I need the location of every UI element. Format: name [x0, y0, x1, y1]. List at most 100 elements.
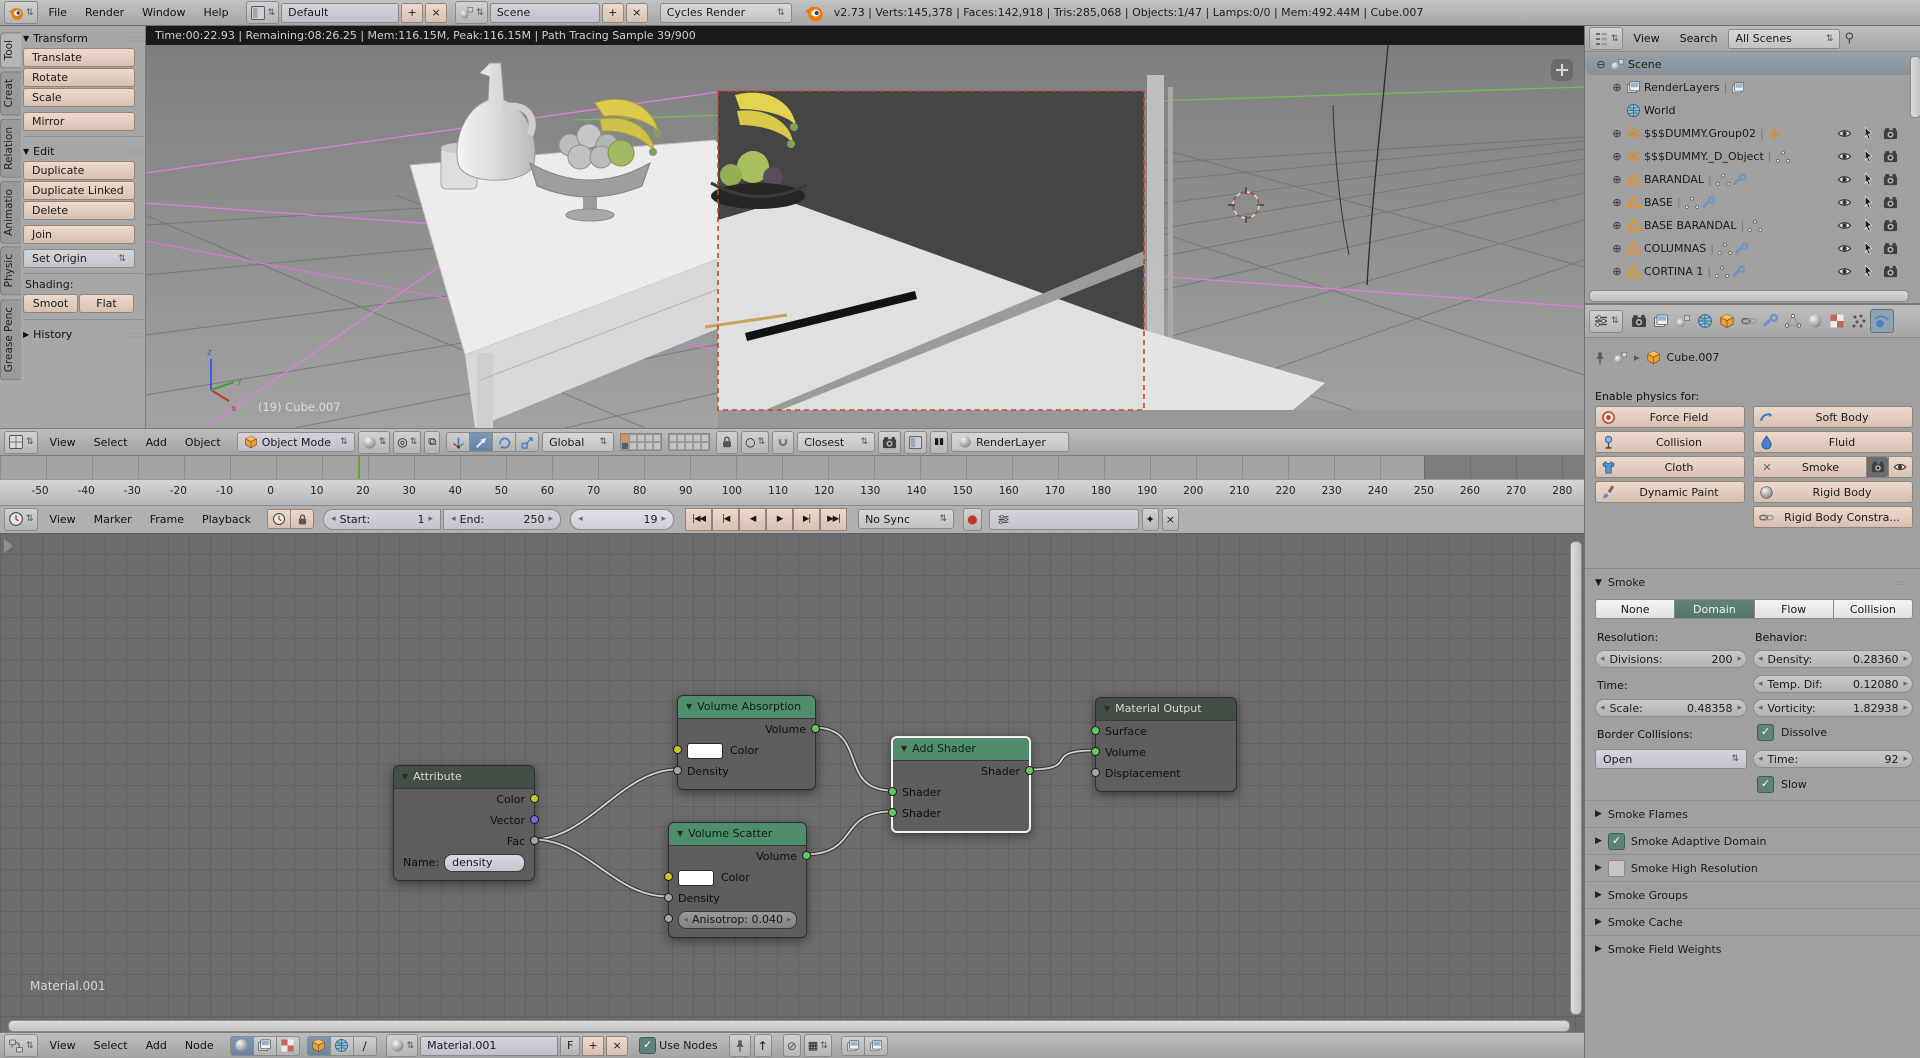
menu-render[interactable]: Render [76, 6, 133, 19]
pivot-align-toggle[interactable]: ⧉ [424, 431, 440, 454]
frame-end-field[interactable]: ◂End:250▸ [443, 509, 561, 530]
wrench-icon[interactable] [1735, 242, 1749, 256]
eye-toggle-icon[interactable] [1837, 149, 1852, 164]
socket-output-color[interactable] [530, 794, 539, 803]
outliner-vertical-scrollbar[interactable] [1910, 56, 1920, 118]
socket-output-shader[interactable] [1025, 766, 1034, 775]
camera-toggle-icon[interactable] [1883, 149, 1898, 164]
menu-help[interactable]: Help [195, 6, 238, 19]
properties-tab-texture[interactable] [1826, 310, 1848, 332]
color-swatch[interactable] [678, 870, 714, 886]
outliner-menu-view[interactable]: View [1625, 32, 1669, 45]
scene-icon-button[interactable]: ⇅ [455, 1, 488, 24]
paste-nodes-button[interactable] [864, 1036, 888, 1056]
socket-input-displacement[interactable] [1091, 768, 1100, 777]
tool-button-duplicate[interactable]: Duplicate [23, 161, 135, 180]
physics-force-field-button[interactable]: Force Field [1595, 406, 1745, 428]
outliner-row-scene[interactable]: ⊖Scene [1585, 54, 1920, 75]
keying-set-field[interactable] [989, 509, 1139, 530]
panel-header-transform[interactable]: ▼Transform:::: [23, 28, 143, 48]
camera-toggle-icon[interactable] [1883, 218, 1898, 233]
vertical-scrollbar[interactable] [1570, 541, 1582, 1015]
properties-tab-scene[interactable] [1672, 310, 1694, 332]
play-button[interactable]: ▶ [766, 508, 793, 531]
socket-input-shader[interactable] [888, 808, 897, 817]
layer-dot[interactable] [677, 434, 685, 442]
tool-button-mirror[interactable]: Mirror [23, 112, 135, 131]
toolshelf-tab-tool[interactable]: Tool [0, 32, 21, 68]
timeline-playhead[interactable] [358, 456, 360, 479]
outliner-row-base-barandal[interactable]: ⊕BASE BARANDAL| [1585, 215, 1920, 236]
cursor-toggle-icon[interactable] [1861, 218, 1876, 233]
scale-manipulator[interactable] [515, 432, 539, 452]
timeline-menu-marker[interactable]: Marker [85, 513, 141, 526]
editor-type-button[interactable]: ⇅ [4, 508, 38, 531]
physics-rigid-body-constra--button[interactable]: Rigid Body Constra... [1753, 506, 1913, 528]
editor-type-button[interactable]: ⇅ [4, 1034, 38, 1057]
compositing-nodes-button[interactable] [253, 1036, 277, 1056]
outliner-row-cortina-1[interactable]: ⊕CORTINA 1| [1585, 261, 1920, 282]
socket-input-surface[interactable] [1091, 726, 1100, 735]
pivot-point-selector[interactable]: ◎⇅ [393, 431, 421, 454]
properties-tab-particles[interactable] [1848, 310, 1870, 332]
smoke-type-flow[interactable]: Flow [1754, 599, 1834, 619]
cursor-toggle-icon[interactable] [1861, 264, 1876, 279]
snap-toggle[interactable]: ⊘ [783, 1034, 801, 1057]
horizontal-scrollbar[interactable] [8, 1020, 1570, 1032]
panel-header-smoke-cache[interactable]: ▶Smoke Cache [1585, 908, 1920, 935]
properties-tab-material[interactable] [1804, 310, 1826, 332]
expander-icon[interactable]: ⊕ [1611, 219, 1623, 232]
breadcrumb-object-name[interactable]: Cube.007 [1667, 351, 1720, 364]
viewport-shading-selector[interactable]: ⇅ [358, 431, 391, 454]
cursor-toggle-icon[interactable] [1861, 241, 1876, 256]
panel-header-smoke-adaptive-domain[interactable]: ▶✓Smoke Adaptive Domain [1585, 827, 1920, 854]
tool-button-delete[interactable]: Delete [23, 201, 135, 220]
cursor-toggle-icon[interactable] [1861, 149, 1876, 164]
socket-output-vector[interactable] [530, 815, 539, 824]
insert-keyframe-button[interactable]: ✦ [1142, 508, 1159, 531]
outliner-row-renderlayers[interactable]: ⊕RenderLayers| [1585, 77, 1920, 98]
viewport-canvas[interactable]: zyx (19) Cube.007 [145, 45, 1584, 428]
tool-button-set-origin[interactable]: Set Origin⇅ [23, 249, 135, 268]
node-material-output[interactable]: ▼Material OutputSurfaceVolumeDisplacemen… [1095, 697, 1237, 792]
camera-toggle-icon[interactable] [1883, 241, 1898, 256]
snap-toggle[interactable] [772, 431, 794, 454]
camera-toggle-icon[interactable] [1883, 172, 1898, 187]
layer-dot[interactable] [677, 442, 685, 450]
physics-smoke-button[interactable]: ✕Smoke [1753, 456, 1913, 478]
physics-soft-body-button[interactable]: Soft Body [1753, 406, 1913, 428]
node-menu-add[interactable]: Add [137, 1039, 176, 1052]
properties-tab-modifiers[interactable] [1760, 310, 1782, 332]
empty-icon[interactable] [1768, 127, 1782, 141]
panel-checkbox[interactable]: ✓ [1608, 833, 1625, 850]
go-to-parent-button[interactable]: ↑ [754, 1034, 772, 1057]
anisotropy-slider[interactable]: ◂Anisotrop: 0.040▸ [678, 911, 797, 929]
auto-keyframe-toggle[interactable]: ● [963, 508, 981, 531]
meshdata-icon[interactable] [1718, 242, 1732, 256]
translate-manipulator[interactable] [469, 432, 493, 452]
eye-toggle-icon[interactable] [1837, 264, 1852, 279]
cursor-toggle-icon[interactable] [1861, 172, 1876, 187]
smoke-panel-header[interactable]: ▼Smoke :::: [1595, 576, 1645, 589]
expander-icon[interactable]: ⊕ [1611, 81, 1623, 94]
layer-dot[interactable] [693, 434, 701, 442]
socket-output-fac[interactable] [530, 836, 539, 845]
smoke-type-domain[interactable]: Domain [1674, 599, 1754, 619]
lineart-shader-button[interactable]: ∕ [353, 1036, 377, 1056]
panel-header-smoke-flames[interactable]: ▶Smoke Flames [1585, 800, 1920, 827]
timeline-menu-view[interactable]: View [41, 513, 85, 526]
fake-user-button[interactable]: F [560, 1036, 580, 1056]
tool-button-join[interactable]: Join [23, 225, 135, 244]
play-reverse-button[interactable]: ◀ [739, 508, 766, 531]
dissolve-time-field[interactable]: ◂Time:92▸ [1753, 750, 1913, 768]
layer-dot[interactable] [645, 442, 653, 450]
viewport-menu-select[interactable]: Select [85, 436, 137, 449]
density-field[interactable]: ◂Density:0.28360▸ [1753, 650, 1913, 668]
expander-icon[interactable]: ⊖ [1595, 58, 1607, 71]
socket-input-color[interactable] [673, 745, 682, 754]
wrench-icon[interactable] [1733, 173, 1747, 187]
menu-file[interactable]: File [40, 6, 76, 19]
node-editor[interactable]: ▼AttributeColorVectorFacName:density▼Vol… [0, 533, 1584, 1058]
node-menu-select[interactable]: Select [85, 1039, 137, 1052]
render-engine-selector[interactable]: Cycles Render⇅ [660, 3, 792, 23]
